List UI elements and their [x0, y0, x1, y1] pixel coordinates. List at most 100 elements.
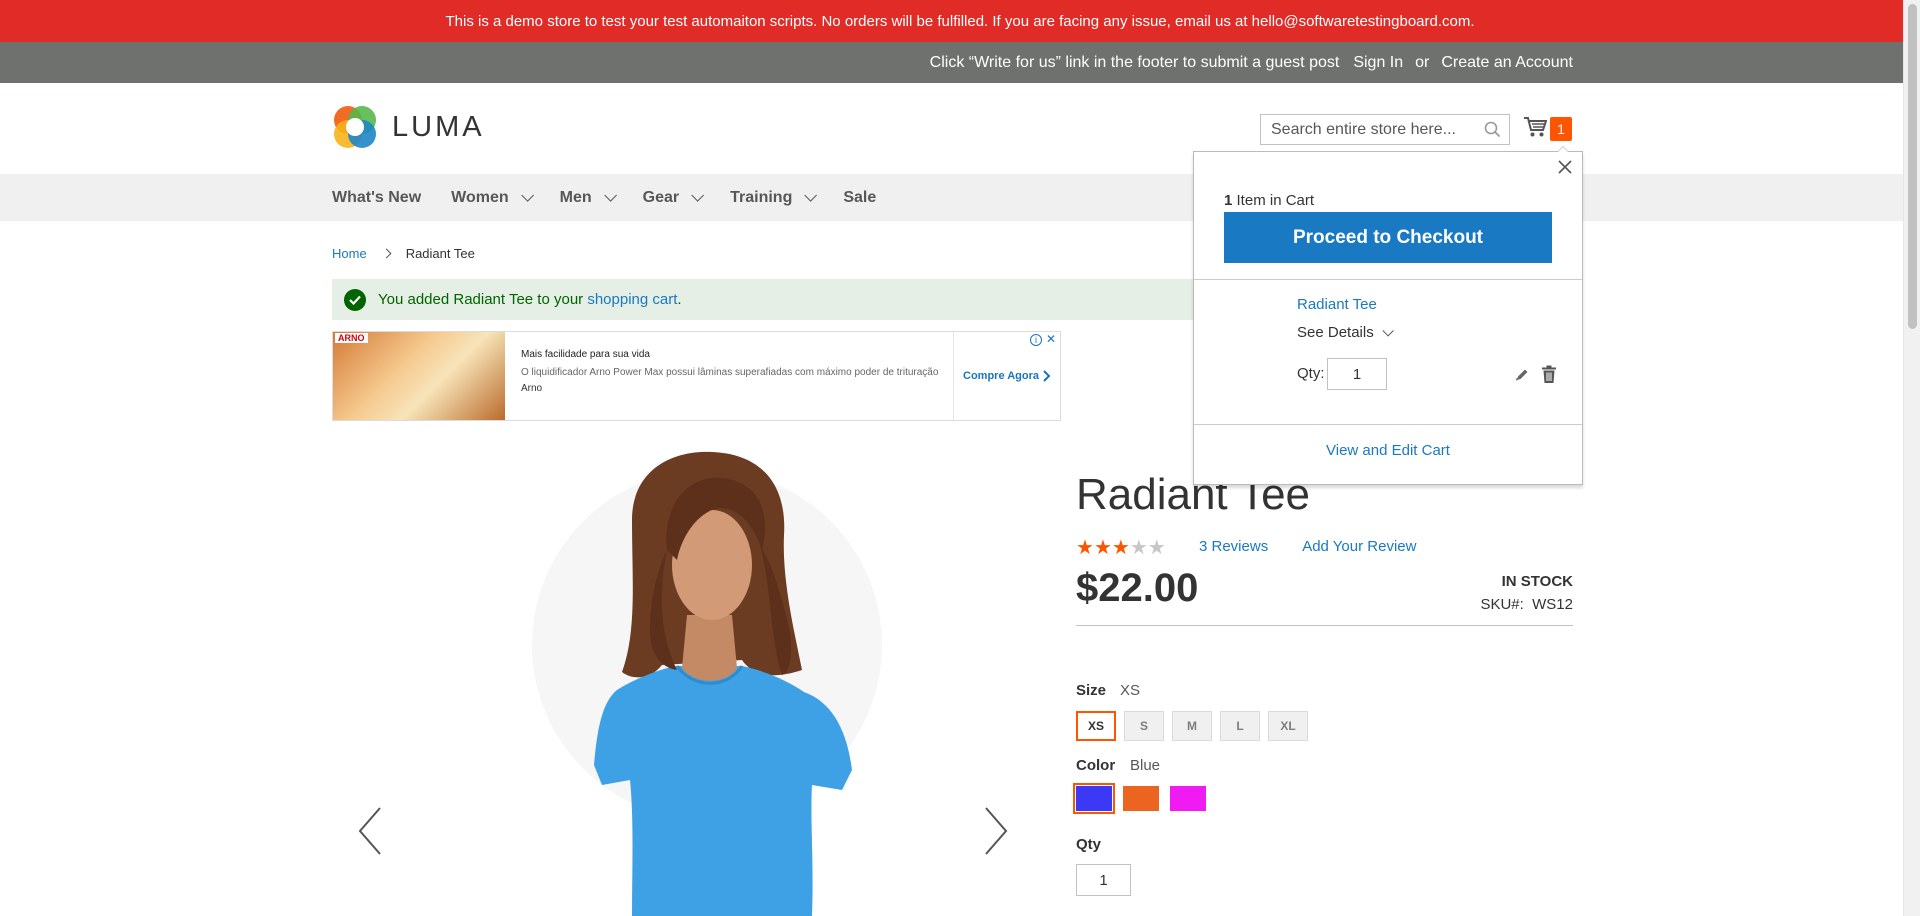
- ad-advertiser: Arno: [521, 383, 543, 394]
- ad-cta-button[interactable]: Compre Agora: [953, 332, 1060, 420]
- nav-item-men[interactable]: Men: [559, 188, 617, 207]
- ad-text: Mais facilidade para sua vida O liquidif…: [521, 348, 941, 395]
- guest-post-text: Click “Write for us” link in the footer …: [929, 53, 1340, 71]
- checkmark-icon: [344, 288, 366, 311]
- sign-in-link[interactable]: Sign In: [1353, 54, 1403, 72]
- nav-label: What's New: [332, 188, 422, 206]
- stock-status: In stock: [1501, 573, 1573, 590]
- minicart-dropdown: 1 Item in Cart Proceed to Checkout Radia…: [1193, 146, 1583, 485]
- breadcrumb: Home Radiant Tee: [332, 246, 475, 261]
- gallery-next-arrow[interactable]: [976, 805, 1012, 857]
- view-and-edit-cart-link[interactable]: View and Edit Cart: [1194, 442, 1582, 459]
- breadcrumb-home[interactable]: Home: [332, 246, 367, 261]
- gallery-prev-arrow[interactable]: [354, 805, 390, 857]
- color-options: [1073, 783, 1206, 814]
- ad-close-icon[interactable]: ✕: [1046, 332, 1056, 346]
- star-icon: ★: [1129, 537, 1148, 559]
- see-details-toggle[interactable]: See Details: [1297, 324, 1394, 341]
- color-swatch-blue[interactable]: [1073, 783, 1115, 814]
- size-selected-value: XS: [1120, 682, 1141, 699]
- logo[interactable]: LUMA: [332, 104, 485, 150]
- nav-label: Men: [559, 188, 592, 206]
- trash-icon[interactable]: [1541, 365, 1557, 389]
- sku: SKU#: WS12: [1480, 596, 1573, 613]
- color-label: Color: [1076, 757, 1116, 774]
- ad-title: Mais facilidade para sua vida: [521, 349, 650, 360]
- qty-label: Qty: [1076, 836, 1102, 853]
- chevron-right-icon: [1043, 370, 1051, 382]
- demo-notice-bar: This is a demo store to test your test a…: [0, 0, 1920, 42]
- divider: [1194, 424, 1582, 425]
- create-account-link[interactable]: Create an Account: [1441, 54, 1573, 72]
- size-option-m[interactable]: M: [1172, 711, 1212, 741]
- page-scrollbar[interactable]: [1903, 0, 1920, 916]
- nav-label: Women: [451, 188, 509, 206]
- reviews-link[interactable]: 3 Reviews: [1199, 538, 1268, 555]
- size-option-l[interactable]: L: [1220, 711, 1260, 741]
- reviews-actions: 3 Reviews Add Your Review: [1199, 538, 1416, 555]
- add-review-link[interactable]: Add Your Review: [1302, 538, 1416, 555]
- minicart-count-number: 1: [1224, 192, 1233, 209]
- product-price: $22.00: [1076, 566, 1199, 610]
- luma-logo-icon: [332, 104, 378, 150]
- see-details-label: See Details: [1297, 324, 1374, 341]
- divider: [1076, 625, 1573, 626]
- star-icon: ★: [1093, 537, 1112, 559]
- ad-image[interactable]: [333, 332, 505, 420]
- message-text: You added Radiant Tee to your shopping c…: [378, 291, 682, 308]
- success-message: You added Radiant Tee to your shopping c…: [332, 279, 1202, 320]
- nav-label: Sale: [843, 188, 877, 206]
- color-swatch-orange[interactable]: [1123, 786, 1159, 811]
- ad-banner[interactable]: ARNO Mais facilidade para sua vida O liq…: [332, 331, 1061, 421]
- size-option-s[interactable]: S: [1124, 711, 1164, 741]
- ad-brand-label: ARNO: [335, 333, 368, 343]
- qty-input[interactable]: 1: [1076, 864, 1131, 896]
- edit-icon[interactable]: [1514, 367, 1530, 388]
- sku-label: SKU#:: [1480, 596, 1524, 613]
- proceed-to-checkout-button[interactable]: Proceed to Checkout: [1224, 212, 1552, 263]
- ad-subtitle: O liquidificador Arno Power Max possui l…: [521, 367, 939, 378]
- message-body: You added Radiant Tee to your: [378, 291, 584, 308]
- minicart-item-name[interactable]: Radiant Tee: [1297, 296, 1377, 313]
- sku-value: WS12: [1532, 596, 1573, 613]
- rating-stars: ★ ★ ★ ★ ★: [1076, 538, 1166, 558]
- cart-icon[interactable]: [1523, 116, 1548, 143]
- scrollbar-thumb[interactable]: [1908, 4, 1917, 329]
- color-selected-value: Blue: [1130, 757, 1161, 774]
- cart-count-badge[interactable]: 1: [1550, 117, 1572, 141]
- close-icon[interactable]: [1554, 156, 1576, 178]
- ad-cta-label: Compre Agora: [963, 370, 1039, 382]
- color-swatch-purple[interactable]: [1170, 786, 1206, 811]
- demo-notice-text: This is a demo store to test your test a…: [445, 12, 1475, 30]
- header-panel: Click “Write for us” link in the footer …: [0, 42, 1920, 83]
- breadcrumb-current: Radiant Tee: [405, 246, 475, 261]
- ad-info-icon[interactable]: i: [1030, 334, 1042, 346]
- product-image[interactable]: [332, 440, 1042, 916]
- chevron-right-icon: [381, 248, 392, 259]
- chevron-down-icon: [804, 189, 818, 202]
- search-input[interactable]: Search entire store here...: [1260, 114, 1510, 145]
- chevron-down-icon: [691, 189, 705, 202]
- nav-item-gear[interactable]: Gear: [643, 189, 705, 207]
- search-placeholder: Search entire store here...: [1271, 120, 1456, 138]
- chevron-down-icon: [520, 189, 534, 202]
- size-option-xl[interactable]: XL: [1268, 711, 1308, 741]
- size-option-xs[interactable]: XS: [1076, 711, 1116, 741]
- shopping-cart-link[interactable]: shopping cart: [587, 291, 677, 308]
- nav-item-sale[interactable]: Sale: [843, 189, 876, 207]
- nav-item-training[interactable]: Training: [730, 188, 818, 207]
- minicart-qty-label: Qty:: [1297, 365, 1325, 382]
- size-label: Size: [1076, 682, 1107, 699]
- divider: [1194, 279, 1582, 280]
- nav-item-women[interactable]: Women: [451, 188, 534, 207]
- minicart-item-count: 1 Item in Cart: [1224, 192, 1314, 209]
- size-options: XS S M L XL: [1076, 711, 1308, 741]
- nav-item-whats-new[interactable]: What's New: [332, 189, 421, 207]
- search-icon[interactable]: [1484, 121, 1501, 143]
- logo-text: LUMA: [392, 110, 485, 143]
- nav-label: Training: [730, 188, 793, 206]
- star-icon: ★: [1111, 537, 1130, 559]
- star-icon: ★: [1076, 537, 1094, 559]
- main-navigation: What's New Women Men Gear Training Sale: [0, 174, 1903, 221]
- minicart-qty-input[interactable]: 1: [1327, 358, 1387, 390]
